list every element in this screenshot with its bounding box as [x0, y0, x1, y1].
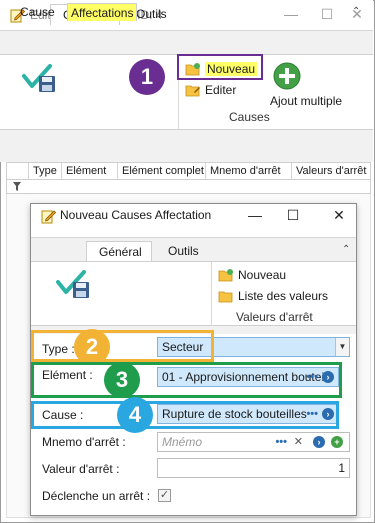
column-header-element[interactable]: Elément: [62, 163, 118, 179]
highlight-box-cause: [31, 401, 339, 429]
declenche-checkbox[interactable]: ✓: [158, 489, 171, 502]
causes-group-label: Causes: [229, 110, 270, 124]
step-badge-3: 3: [104, 362, 140, 398]
column-header-type[interactable]: Type: [29, 163, 62, 179]
grid-filter-row[interactable]: [6, 180, 371, 194]
filter-icon[interactable]: [13, 182, 21, 191]
dialog-close-button[interactable]: ✕: [328, 205, 350, 225]
step-badge-4: 4: [117, 397, 153, 433]
collapse-ribbon-icon[interactable]: ⌃: [352, 6, 360, 17]
ribbon-bottom-band: [0, 130, 373, 140]
grid-header: Type Elément Elément complet Mnemo d'arr…: [6, 162, 371, 180]
highlight-box-nouveau: [177, 54, 263, 80]
clear-x-icon[interactable]: ✕: [294, 435, 303, 449]
grid-indicator-header: [7, 163, 29, 179]
dialog-minimize-button[interactable]: —: [244, 205, 266, 225]
mnemo-label: Mnemo d'arrêt :: [42, 435, 126, 449]
dialog-collapse-icon[interactable]: ⌃: [342, 244, 350, 255]
folder-new-icon: [218, 269, 233, 282]
dialog-title: Nouveau Causes Affectation: [60, 208, 212, 222]
dialog-tab-outils[interactable]: Outils: [156, 241, 211, 262]
step-badge-2: 2: [74, 329, 110, 365]
dialog-nouveau-button[interactable]: Nouveau: [218, 266, 286, 284]
valeurs-arret-group-label: Valeurs d'arrêt: [236, 310, 313, 324]
dialog-maximize-button[interactable]: ☐: [282, 205, 304, 225]
column-header-element-complet[interactable]: Elément complet: [118, 163, 206, 179]
add-icon[interactable]: +: [331, 436, 343, 448]
dialog-edit-icon: [41, 210, 56, 224]
column-header-valeurs[interactable]: Valeurs d'arrêt: [292, 163, 370, 179]
dialog-ribbon-separator: [211, 262, 212, 327]
liste-des-valeurs-label: Liste des valeurs: [238, 289, 329, 303]
maximize-button[interactable]: ☐: [316, 4, 338, 24]
add-plus-icon: [273, 62, 301, 90]
sub-tab-strip: [0, 140, 373, 162]
tab-cause[interactable]: Cause: [17, 3, 58, 21]
ellipsis-icon[interactable]: •••: [275, 435, 287, 449]
save-check-icon[interactable]: [22, 64, 58, 94]
valeur-label: Valeur d'arrêt :: [42, 462, 120, 476]
highlight-box-element: [31, 362, 342, 398]
mnemo-field[interactable]: Mnémo ••• ✕ › +: [157, 432, 350, 452]
declenche-label: Déclenche un arrêt :: [42, 489, 151, 503]
valeur-field[interactable]: 1: [157, 458, 350, 478]
ajout-multiple-button[interactable]: Ajout multiple: [270, 62, 370, 114]
editer-button[interactable]: Editer: [185, 81, 236, 99]
dialog-save-check-icon[interactable]: [56, 270, 92, 300]
column-header-mnemo[interactable]: Mnemo d'arrêt: [206, 163, 292, 179]
tab-affectations[interactable]: Affectations: [67, 3, 138, 21]
minimize-button[interactable]: —: [280, 4, 302, 24]
folder-list-icon: [218, 291, 233, 303]
chevron-down-icon[interactable]: ▼: [335, 338, 349, 356]
dialog-nouveau-label: Nouveau: [238, 268, 287, 282]
mnemo-placeholder: Mnémo: [162, 435, 203, 449]
ajout-multiple-label: Ajout multiple: [270, 94, 343, 108]
step-badge-1: 1: [129, 59, 165, 95]
highlight-box-type: [31, 330, 214, 362]
folder-edit-icon: [185, 85, 200, 97]
liste-des-valeurs-button[interactable]: Liste des valeurs: [218, 287, 328, 305]
editer-label: Editer: [205, 83, 237, 97]
ribbon-tab-strip: [0, 30, 373, 54]
navigate-icon[interactable]: ›: [313, 436, 325, 448]
dialog-tab-general[interactable]: Général: [86, 241, 152, 262]
